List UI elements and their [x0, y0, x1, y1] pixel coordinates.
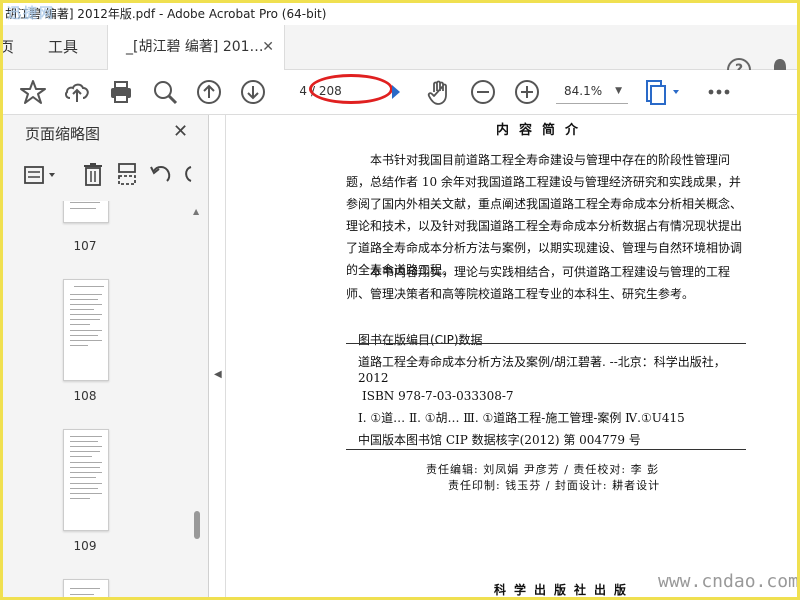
- annotation-ring: [309, 74, 393, 104]
- zoom-select[interactable]: 84.1% ▼: [556, 79, 628, 104]
- page-down-icon[interactable]: [239, 78, 267, 106]
- title-bar: 胡江碧 编著] 2012年版.pdf - Adobe Acrobat Pro (…: [3, 3, 797, 25]
- star-icon[interactable]: [19, 78, 47, 106]
- thumbnail-list: 107 108 109: [3, 201, 191, 597]
- undo-icon[interactable]: [149, 161, 173, 187]
- cip-isbn: ISBN 978-7-03-033308-7: [362, 389, 514, 403]
- scrollbar-thumb[interactable]: [194, 511, 200, 539]
- close-tab-icon[interactable]: ✕: [262, 25, 274, 69]
- collapse-pane-icon[interactable]: ◀: [214, 369, 222, 380]
- cip-line: 道路工程全寿命成本分析方法及案例/胡江碧著. --北京：科学出版社，: [358, 355, 726, 369]
- intro-paragraph-2: 本书内容翔实，理论与实践相结合，可供道路工程建设与管理的工程师、管理决策者和高等…: [346, 265, 731, 301]
- watermark-text: www.cndao.com: [658, 571, 797, 592]
- divider: [346, 449, 746, 450]
- upload-icon[interactable]: [63, 78, 91, 106]
- app-window: 胡江碧 编著] 2012年版.pdf - Adobe Acrobat Pro (…: [3, 3, 797, 597]
- publisher-line: 科学出版社出版: [494, 583, 635, 597]
- tab-home[interactable]: 页: [3, 25, 19, 69]
- thumbnail-page-108[interactable]: [63, 279, 109, 381]
- editor-credit: 责任编辑: 刘凤娟 尹彦芳 / 责任校对: 李 彭: [426, 463, 660, 476]
- printing-credit: 责任印制: 钱玉芬 / 封面设计: 耕者设计: [448, 479, 661, 492]
- cip-title: 图书在版编目(CIP)数据: [358, 333, 483, 347]
- more-icon[interactable]: [705, 78, 733, 106]
- chevron-down-icon: ▼: [615, 86, 622, 96]
- cip-classification: Ⅰ. ①道… Ⅱ. ①胡… Ⅲ. ①道路工程-施工管理-案例 Ⅳ.①U415: [358, 411, 685, 425]
- thumbnail-page-109[interactable]: [63, 429, 109, 531]
- tab-bar: 页 工具 _[胡江碧 编著] 201… ✕ ?: [3, 25, 797, 82]
- thumbnail-page-110[interactable]: [63, 579, 109, 597]
- pane-toolbar: [3, 157, 208, 193]
- toolbar: 4 / 208 84.1% ▼: [3, 70, 797, 115]
- options-icon[interactable]: [23, 163, 59, 187]
- current-page[interactable]: 4: [291, 80, 307, 102]
- document-view[interactable]: 内容简介 本书针对我国目前道路工程全寿命建设与管理中存在的阶段性管理问题，总结作…: [225, 115, 797, 597]
- cursor-arrow-icon: [392, 85, 400, 99]
- cip-record: 中国版本图书馆 CIP 数据核字(2012) 第 004779 号: [358, 433, 641, 447]
- thumbnail-label: 109: [73, 539, 97, 553]
- redo-icon[interactable]: [181, 161, 201, 187]
- zoom-value: 84.1%: [564, 84, 603, 98]
- extract-icon[interactable]: [115, 161, 139, 187]
- thumbnail-scrollbar[interactable]: ▲: [191, 201, 203, 597]
- tab-tools[interactable]: 工具: [23, 25, 103, 69]
- hand-icon[interactable]: [425, 78, 453, 106]
- pane-title: 页面缩略图: [25, 125, 101, 143]
- zoom-in-icon[interactable]: [513, 78, 541, 106]
- page-fit-icon[interactable]: [643, 78, 683, 106]
- tab-document-label: _[胡江碧 编著] 201…: [126, 39, 264, 55]
- thumbnail-label: 107: [73, 239, 97, 253]
- thumbnail-page-107[interactable]: [63, 201, 109, 223]
- zoom-out-icon[interactable]: [469, 78, 497, 106]
- divider: [346, 343, 746, 344]
- print-icon[interactable]: [107, 78, 135, 106]
- close-pane-icon[interactable]: ✕: [173, 121, 188, 142]
- tab-document[interactable]: _[胡江碧 编著] 201… ✕: [107, 25, 285, 70]
- watermark-logo: 迅捷网: [7, 6, 55, 22]
- page-up-icon[interactable]: [195, 78, 223, 106]
- thumbnail-pane: 页面缩略图 ✕ 107 108 109 ▲: [3, 115, 209, 597]
- scroll-up-icon[interactable]: ▲: [193, 207, 199, 216]
- search-icon[interactable]: [151, 78, 179, 106]
- delete-icon[interactable]: [81, 161, 105, 187]
- page-heading: 内容简介: [496, 123, 589, 138]
- thumbnail-label: 108: [73, 389, 97, 403]
- cip-line: 2012: [358, 371, 389, 385]
